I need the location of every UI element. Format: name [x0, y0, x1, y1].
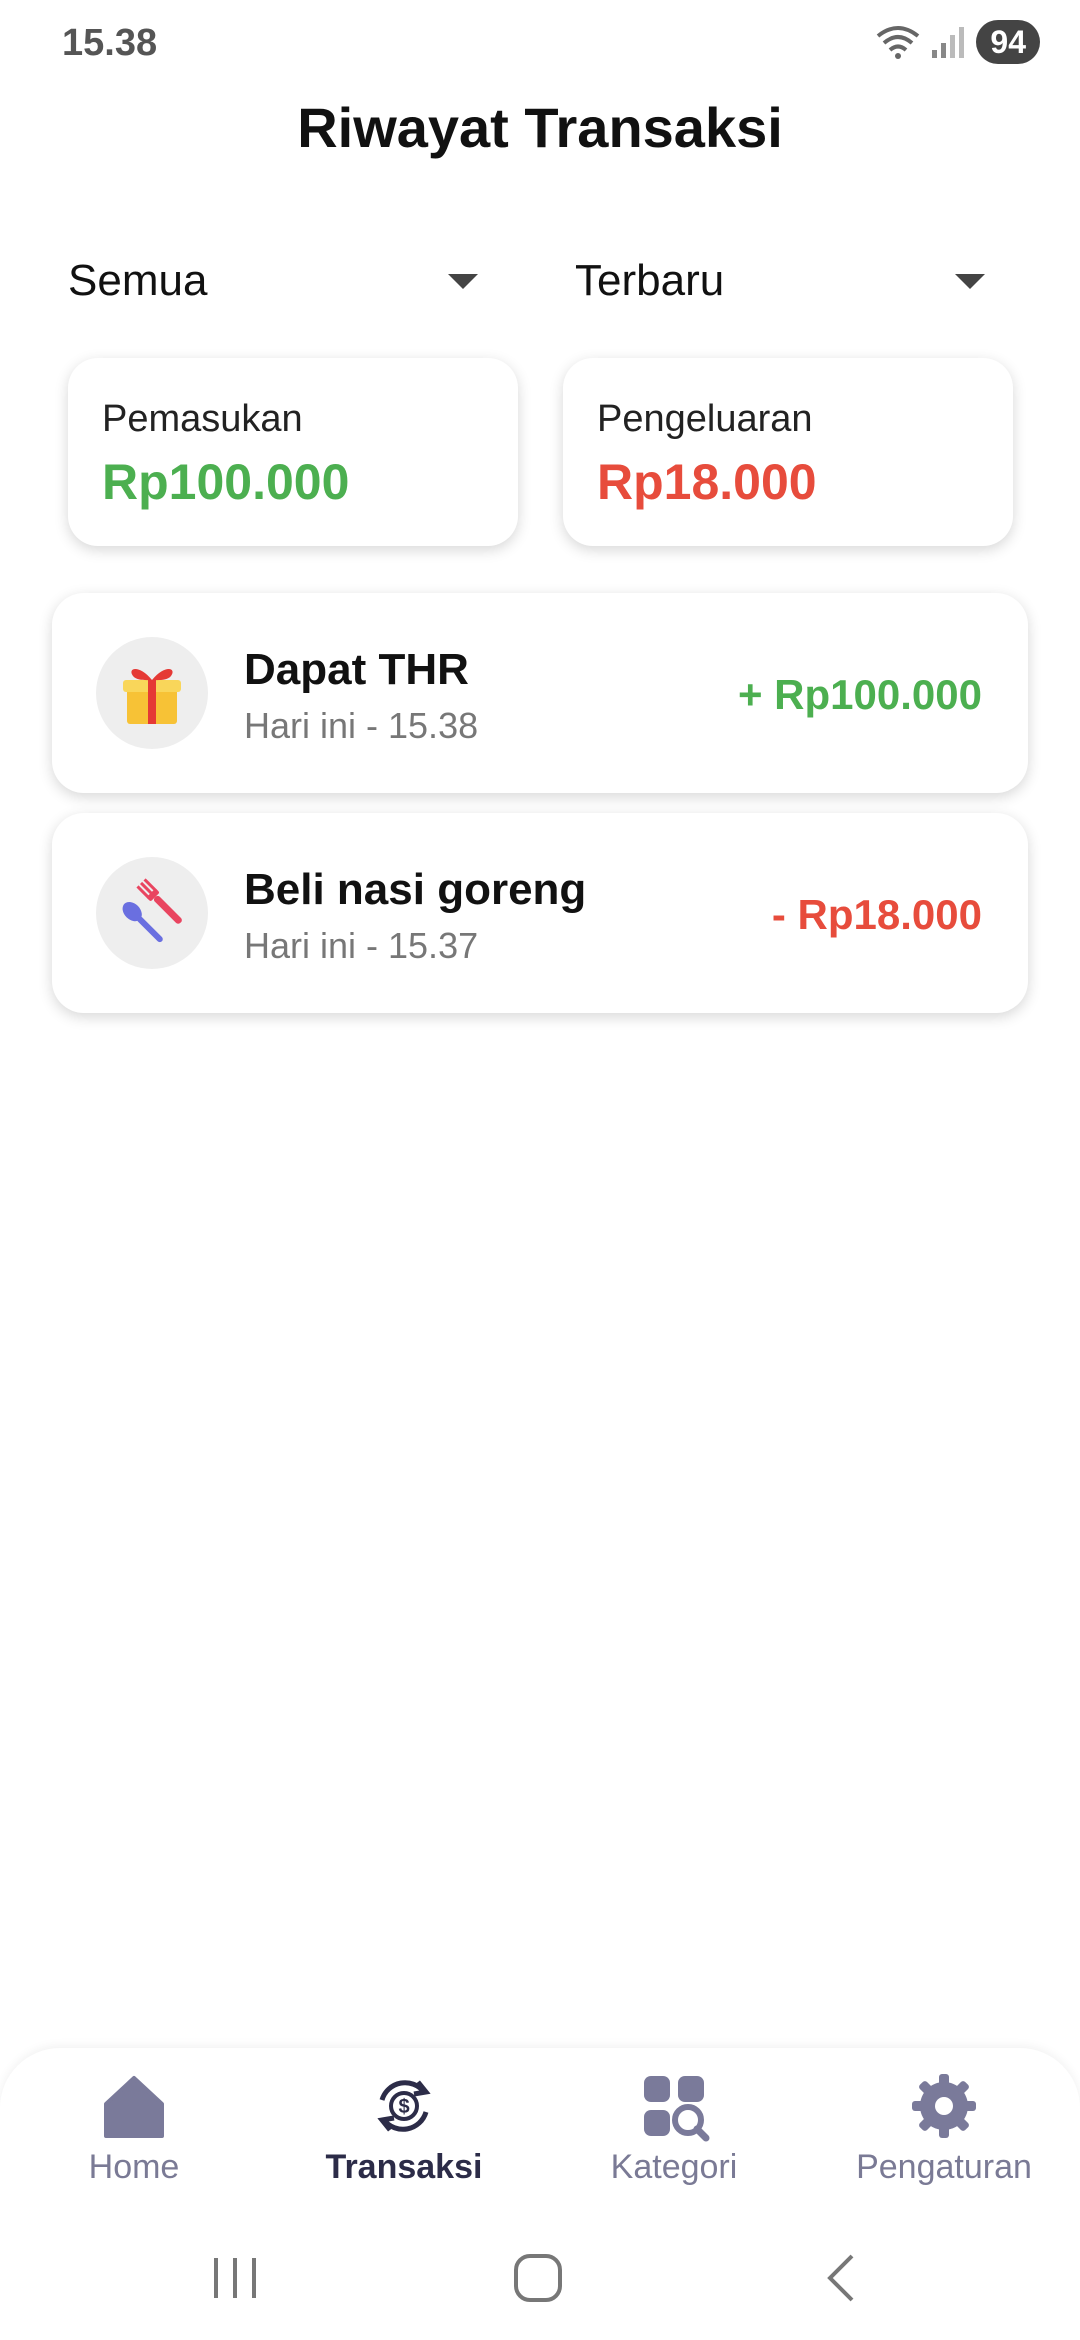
- caret-down-icon: [448, 273, 478, 289]
- transaction-title: Beli nasi goreng: [244, 865, 587, 914]
- nav-label-pengaturan: Pengaturan: [856, 2148, 1032, 2186]
- utensils-icon: [122, 878, 182, 943]
- transaction-avatar: [96, 857, 208, 969]
- transaction-time: Hari ini - 15.37: [244, 925, 479, 966]
- svg-text:$: $: [398, 2096, 409, 2118]
- nav-label-kategori: Kategori: [610, 2148, 738, 2186]
- transaction-item[interactable]: Dapat THR Hari ini - 15.38 + Rp100.000: [52, 593, 1028, 793]
- transaction-item[interactable]: Beli nasi goreng Hari ini - 15.37 - Rp18…: [52, 813, 1028, 1013]
- transaction-amount: + Rp100.000: [737, 671, 982, 718]
- type-filter-value: Semua: [68, 256, 208, 305]
- income-amount: Rp100.000: [102, 454, 350, 510]
- transaction-time: Hari ini - 15.38: [244, 705, 479, 746]
- transaction-cycle-icon: $: [377, 2080, 431, 2132]
- expense-amount: Rp18.000: [597, 454, 817, 510]
- bottom-navigation: Home $ Transaksi Kategori Pengaturan: [0, 2048, 1080, 2228]
- nav-label-transaksi: Transaksi: [325, 2148, 483, 2186]
- system-navigation-bar: [0, 2228, 1080, 2340]
- nav-item-pengaturan[interactable]: Pengaturan: [814, 2070, 1074, 2187]
- signal-icon: [932, 27, 965, 58]
- home-button-icon[interactable]: [510, 2250, 566, 2306]
- recent-apps-icon[interactable]: [210, 2250, 260, 2306]
- transaction-amount: - Rp18.000: [771, 891, 982, 938]
- status-bar: 15.38 94: [0, 0, 1080, 90]
- nav-item-transaksi[interactable]: $ Transaksi: [274, 2070, 534, 2187]
- category-search-icon: [644, 2076, 710, 2142]
- page-title: Riwayat Transaksi: [297, 96, 783, 159]
- wifi-icon: [877, 26, 920, 59]
- transaction-title: Dapat THR: [244, 645, 469, 694]
- nav-item-home[interactable]: Home: [4, 2070, 264, 2187]
- sort-dropdown[interactable]: Terbaru: [575, 250, 985, 312]
- status-time: 15.38: [62, 22, 158, 64]
- expense-label: Pengeluaran: [597, 398, 813, 440]
- sort-value: Terbaru: [575, 256, 725, 305]
- expense-summary-card: Pengeluaran Rp18.000: [563, 358, 1013, 546]
- income-summary-card: Pemasukan Rp100.000: [68, 358, 518, 546]
- battery-indicator: 94: [976, 20, 1040, 64]
- home-icon: [104, 2076, 164, 2138]
- type-filter-dropdown[interactable]: Semua: [68, 250, 478, 312]
- status-icons: 94: [876, 20, 1040, 64]
- gift-icon: [123, 669, 181, 724]
- gear-icon: [912, 2074, 976, 2138]
- caret-down-icon: [955, 273, 985, 289]
- back-icon[interactable]: [820, 2250, 860, 2306]
- income-label: Pemasukan: [102, 398, 303, 440]
- nav-label-home: Home: [88, 2148, 180, 2186]
- transaction-avatar: [96, 637, 208, 749]
- nav-item-kategori[interactable]: Kategori: [544, 2070, 804, 2187]
